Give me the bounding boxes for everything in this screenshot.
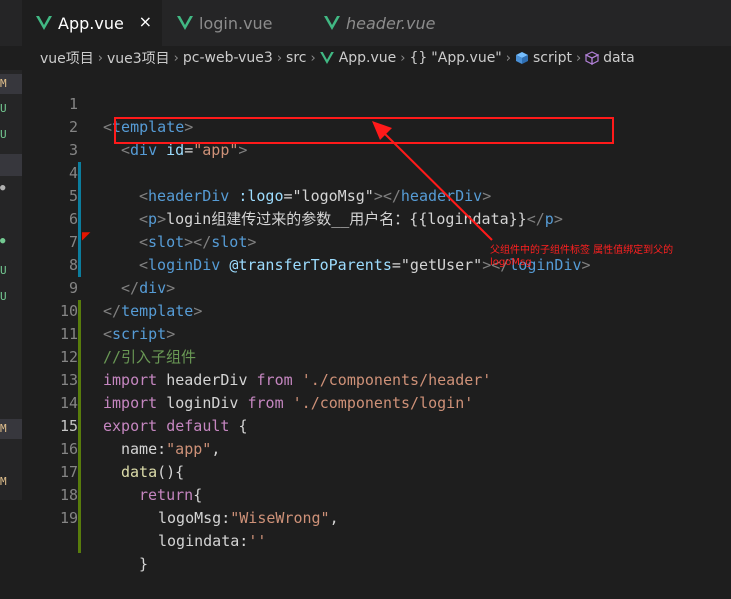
code-line: 5 <slot></slot>: [22, 162, 731, 251]
git-added-bar: [78, 530, 81, 553]
breadcrumb-item[interactable]: vue项目: [40, 48, 94, 68]
explorer-status-strip: M U U ● ● U U M M: [0, 70, 22, 500]
untracked-badge: U: [0, 290, 7, 303]
vue-file-icon: [36, 16, 52, 30]
code-line: 16 return{: [22, 415, 731, 504]
annotation-text-line: logoMsg: [490, 257, 532, 268]
annotation-highlight-box: [114, 117, 614, 144]
breadcrumb-data[interactable]: data: [585, 50, 635, 66]
line-code: }: [139, 555, 149, 573]
code-line: 2 <div id="app">: [22, 93, 731, 159]
breadcrumb-file[interactable]: App.vue: [319, 50, 397, 66]
breadcrumb-separator: ›: [310, 50, 316, 66]
annotation-text-line: 父组件中的子组件标签 属性值绑定到父的: [490, 245, 674, 256]
code-line: 12 import loginDiv from './components/lo…: [22, 323, 731, 412]
code-line-current: 15 data(){: [22, 392, 731, 481]
code-line: 13 export default {: [22, 346, 731, 435]
tab-label: App.vue: [58, 13, 124, 33]
breadcrumb-label: script: [532, 50, 572, 66]
close-icon[interactable]: ×: [139, 12, 152, 31]
git-deleted-marker: ◤: [82, 228, 91, 244]
line-code: logindata:'': [158, 532, 267, 550]
code-line: 17 logoMsg:"WiseWrong",: [22, 438, 731, 527]
status-dot: ●: [0, 236, 6, 246]
line-code: logoMsg:"WiseWrong",: [158, 509, 339, 527]
code-line: 14 name:"app",: [22, 369, 731, 458]
breadcrumb: vue项目 › vue3项目 › pc-web-vue3 › src › App…: [0, 46, 731, 70]
vue-file-icon: [324, 16, 340, 30]
breadcrumb-label: data: [603, 50, 635, 66]
modified-badge: M: [0, 419, 22, 439]
breadcrumb-item[interactable]: src: [286, 50, 306, 66]
tab-label: header.vue: [346, 13, 436, 33]
braces-icon: {}: [409, 50, 428, 66]
breadcrumb-module[interactable]: {} "App.vue": [409, 50, 501, 66]
untracked-badge: U: [0, 102, 7, 115]
breadcrumb-separator: ›: [400, 50, 406, 66]
selected-row-background: [0, 154, 22, 176]
breadcrumb-separator: ›: [575, 50, 582, 66]
tab-login-vue[interactable]: login.vue: [163, 0, 308, 46]
tab-bar: App.vue × login.vue header.vue: [0, 0, 731, 46]
untracked-badge: U: [0, 264, 7, 277]
code-line: 6 <loginDiv @transferToParents="getUser"…: [22, 185, 731, 274]
untracked-badge: U: [0, 128, 7, 141]
breadcrumb-separator: ›: [173, 50, 179, 66]
breadcrumb-separator: ›: [97, 50, 103, 66]
status-dot: ●: [0, 183, 6, 193]
breadcrumb-script[interactable]: script: [515, 50, 572, 66]
code-line: 7 </div>: [22, 208, 731, 297]
code-line: 11 import headerDiv from './components/h…: [22, 300, 731, 389]
breadcrumb-item[interactable]: vue3项目: [107, 48, 170, 68]
breadcrumb-label: "App.vue": [431, 50, 502, 66]
code-line: 10 //引入子组件: [22, 277, 731, 366]
breadcrumb-separator: ›: [505, 50, 511, 66]
breadcrumb-item[interactable]: pc-web-vue3: [183, 50, 273, 66]
annotation-note: 父组件中的子组件标签 属性值绑定到父的 logoMsg: [490, 245, 730, 269]
code-line: 19 }: [22, 484, 731, 573]
breadcrumb-label: App.vue: [338, 50, 397, 66]
modified-badge: M: [0, 74, 22, 94]
tab-label: login.vue: [199, 13, 273, 33]
vue-file-icon: [177, 16, 193, 30]
line-number: 19: [59, 509, 78, 527]
code-line: 18 logindata:'': [22, 461, 731, 550]
field-cube-icon: [585, 51, 600, 65]
breadcrumb-separator: ›: [276, 50, 283, 66]
module-cube-icon: [515, 52, 528, 64]
git-added-bar: [78, 507, 81, 530]
tab-app-vue[interactable]: App.vue ×: [22, 0, 162, 46]
vue-file-icon: [319, 52, 334, 64]
code-line: 1 <template>: [22, 70, 731, 136]
tab-header-vue[interactable]: header.vue: [310, 0, 460, 46]
modified-badge: M: [0, 475, 7, 488]
